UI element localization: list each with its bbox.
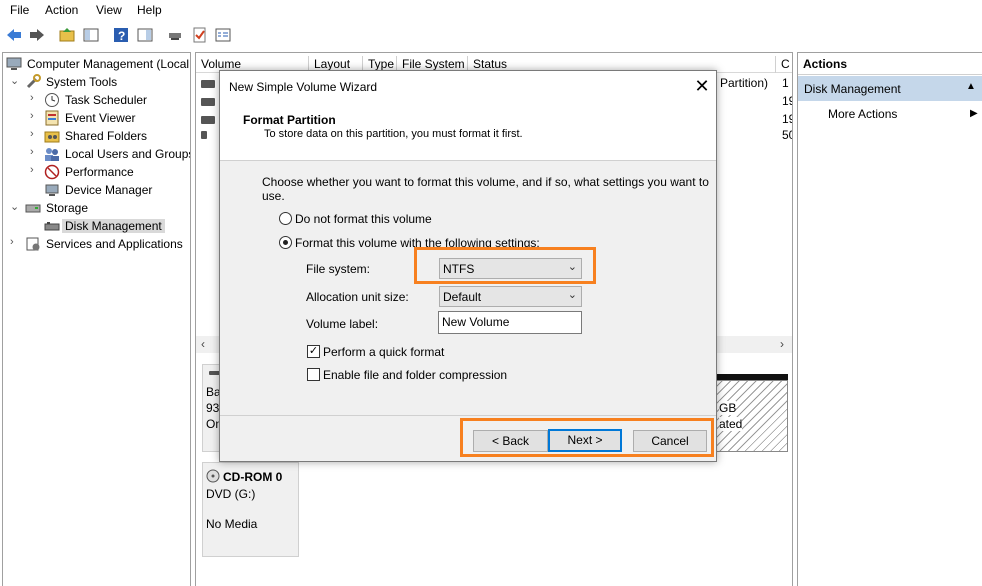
- do-not-format-radio[interactable]: [279, 212, 292, 225]
- scroll-left-icon[interactable]: ‹: [201, 337, 205, 351]
- chevron-down-icon: ⌄: [567, 289, 577, 301]
- storage-icon: [25, 200, 41, 216]
- tree-item-disk-management[interactable]: Disk Management: [3, 217, 190, 235]
- volume-label-label: Volume label:: [306, 317, 379, 331]
- allocation-unit-size-label: Allocation unit size:: [306, 290, 409, 304]
- capacity-fragment: 19: [782, 94, 792, 108]
- chevron-right-icon[interactable]: ›: [30, 164, 34, 176]
- collapse-up-icon[interactable]: ▲: [966, 81, 976, 92]
- actions-section-disk-management[interactable]: Disk Management ▲: [798, 76, 982, 101]
- unallocated-region[interactable]: GB ated: [716, 380, 788, 452]
- tree-item-shared-folders[interactable]: › Shared Folders: [3, 127, 190, 145]
- system-tools-icon: [25, 74, 41, 90]
- instruction-text: Choose whether you want to format this v…: [262, 175, 709, 203]
- forward-arrow-icon[interactable]: [28, 26, 46, 44]
- menu-view[interactable]: View: [96, 3, 122, 17]
- cdrom-icon: [206, 469, 220, 483]
- computer-management-icon: [6, 56, 22, 72]
- connect-icon[interactable]: [166, 26, 184, 44]
- tree-item-local-users[interactable]: › Local Users and Groups: [3, 145, 190, 163]
- services-icon: [25, 236, 41, 252]
- button-separator: [220, 415, 716, 416]
- quick-format-checkbox[interactable]: ✓: [307, 345, 320, 358]
- capacity-fragment: 50: [782, 128, 792, 142]
- show-hide-action-pane-icon[interactable]: [136, 26, 154, 44]
- actions-header: Actions: [798, 53, 982, 75]
- console-tree: Computer Management (Local ⌄ System Tool…: [2, 52, 191, 586]
- tree-item-device-manager[interactable]: Device Manager: [3, 181, 190, 199]
- up-folder-icon[interactable]: [58, 26, 76, 44]
- menu-action[interactable]: Action: [45, 3, 78, 17]
- shared-folder-icon: [44, 128, 60, 144]
- scroll-right-icon[interactable]: ›: [780, 337, 784, 351]
- chevron-down-icon[interactable]: ⌄: [10, 74, 19, 87]
- tree-item-task-scheduler[interactable]: › Task Scheduler: [3, 91, 190, 109]
- format-volume-radio[interactable]: [279, 236, 292, 249]
- chevron-right-icon[interactable]: ›: [30, 146, 34, 158]
- help-icon[interactable]: ?: [112, 26, 130, 44]
- device-manager-icon: [44, 182, 60, 198]
- allocation-unit-size-select[interactable]: Default ⌄: [439, 286, 582, 307]
- svg-text:?: ?: [118, 29, 125, 43]
- wizard-heading: Format Partition: [243, 113, 336, 127]
- chevron-right-icon[interactable]: ›: [10, 236, 14, 248]
- tree-item-system-tools[interactable]: ⌄ System Tools: [3, 73, 190, 91]
- file-system-label: File system:: [306, 262, 371, 276]
- chevron-right-icon[interactable]: ›: [30, 128, 34, 140]
- file-system-highlight: [414, 247, 596, 284]
- compression-label[interactable]: Enable file and folder compression: [323, 368, 507, 382]
- tree-item-services-applications[interactable]: › Services and Applications: [3, 235, 190, 253]
- wizard-subheading: To store data on this partition, you mus…: [264, 128, 523, 140]
- cdrom-0-label[interactable]: CD-ROM 0 DVD (G:) No Media: [202, 462, 299, 557]
- capacity-fragment: 19: [782, 112, 792, 126]
- dialog-titlebar: New Simple Volume Wizard ✕: [220, 71, 716, 101]
- column-capacity[interactable]: C: [776, 56, 792, 73]
- disk-management-icon: [44, 218, 60, 234]
- chevron-right-icon[interactable]: ›: [30, 92, 34, 104]
- wizard-header: Format Partition To store data on this p…: [220, 101, 716, 161]
- do-not-format-label[interactable]: Do not format this volume: [295, 212, 432, 226]
- volume-icon: [201, 131, 207, 139]
- volume-icon: [201, 116, 215, 124]
- compression-checkbox[interactable]: [307, 368, 320, 381]
- properties-icon[interactable]: [214, 26, 232, 44]
- event-viewer-icon: [44, 110, 60, 126]
- more-actions-item[interactable]: More Actions: [828, 107, 897, 121]
- capacity-fragment: 1: [782, 76, 789, 90]
- buttons-highlight: [460, 418, 714, 457]
- users-icon: [44, 146, 60, 162]
- menu-file[interactable]: File: [10, 3, 29, 17]
- show-hide-tree-icon[interactable]: [82, 26, 100, 44]
- volume-icon: [201, 98, 215, 106]
- tree-item-storage[interactable]: ⌄ Storage: [3, 199, 190, 217]
- chevron-right-icon[interactable]: ›: [30, 110, 34, 122]
- volume-icon: [201, 80, 215, 88]
- tree-item-computer-management[interactable]: Computer Management (Local: [3, 55, 190, 73]
- performance-icon: [44, 164, 60, 180]
- tree-item-performance[interactable]: › Performance: [3, 163, 190, 181]
- volume-label-input[interactable]: New Volume: [438, 311, 582, 334]
- back-arrow-icon[interactable]: [5, 26, 23, 44]
- check-icon[interactable]: [191, 26, 209, 44]
- close-icon[interactable]: ✕: [691, 75, 713, 97]
- chevron-down-icon[interactable]: ⌄: [10, 200, 19, 213]
- menu-help[interactable]: Help: [137, 3, 162, 17]
- quick-format-label[interactable]: Perform a quick format: [323, 345, 444, 359]
- menu-bar: File Action View Help: [0, 0, 982, 21]
- clock-icon: [44, 92, 60, 108]
- toolbar: ?: [0, 21, 982, 49]
- dialog-title: New Simple Volume Wizard: [229, 80, 378, 94]
- actions-pane: Actions Disk Management ▲ More Actions ▶: [797, 52, 982, 586]
- volume-status-fragment: Partition): [720, 76, 769, 90]
- submenu-arrow-icon[interactable]: ▶: [970, 108, 978, 119]
- tree-item-event-viewer[interactable]: › Event Viewer: [3, 109, 190, 127]
